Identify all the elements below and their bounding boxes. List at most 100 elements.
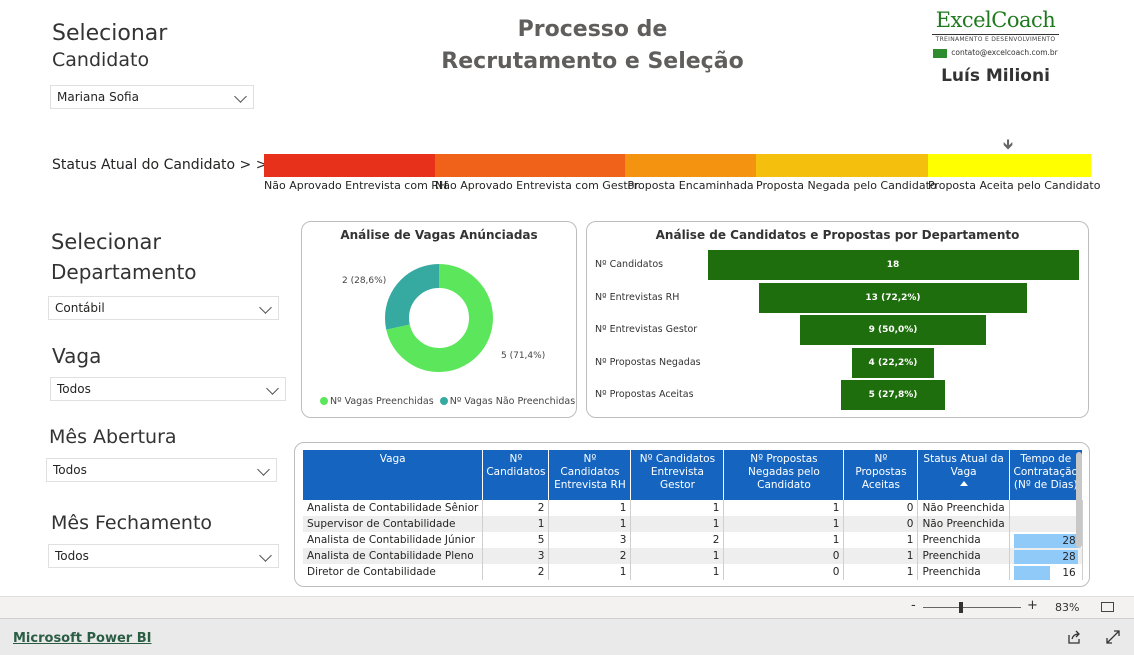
- mes-fechamento-dropdown-value: Todos: [55, 549, 89, 563]
- col-header-tempo[interactable]: Tempo de Contratação (Nº de Dias): [1009, 450, 1083, 500]
- page-title-line1: Processo de: [517, 17, 668, 42]
- departamento-dropdown-value: Contábil: [55, 301, 105, 315]
- col-header-entrev-gestor-text: Nº Candidatos Entrevista Gestor: [639, 453, 716, 491]
- funnel-bar[interactable]: 13 (72,2%): [759, 282, 1027, 313]
- col-header-aceitas[interactable]: Nº Propostas Aceitas: [843, 450, 919, 500]
- cell-entrev-rh: 1: [548, 564, 632, 580]
- slicer-vaga-title: Vaga: [52, 344, 102, 368]
- funnel-card: Análise de Candidatos e Propostas por De…: [586, 221, 1089, 418]
- powerbi-footer: Microsoft Power BI: [0, 618, 1134, 655]
- funnel-bar[interactable]: 5 (27,8%): [841, 380, 945, 410]
- table-header-row: Vaga Nº Candidatos Nº Candidatos Entrevi…: [303, 450, 1083, 500]
- funnel-category-label: Nº Propostas Negadas: [595, 356, 701, 368]
- funnel-bar[interactable]: 18: [707, 250, 1079, 280]
- chevron-down-icon: [259, 549, 272, 562]
- zoom-out-button[interactable]: -: [911, 598, 916, 613]
- table-row[interactable]: Analista de Contabilidade Pleno 3 2 1 0 1 Pree…: [303, 548, 1083, 564]
- funnel-category-label: Nº Propostas Aceitas: [595, 389, 694, 400]
- cell-vaga: Diretor de Contabilidade: [303, 564, 484, 580]
- donut-chart: [385, 264, 493, 372]
- logo-brand-coach: Coach: [991, 8, 1056, 32]
- mes-abertura-dropdown-value: Todos: [53, 463, 87, 477]
- col-header-negadas[interactable]: Nº Propostas Negadas pelo Candidato: [723, 450, 845, 500]
- col-header-negadas-text: Nº Propostas Negadas pelo Candidato: [748, 453, 820, 491]
- cell-candidatos: 2: [482, 500, 550, 516]
- col-header-candidatos[interactable]: Nº Candidatos: [482, 450, 550, 500]
- cell-status: Preenchida: [917, 532, 1010, 548]
- cell-negadas: 0: [723, 564, 845, 580]
- cell-candidatos: 3: [482, 548, 550, 564]
- status-stage-segment: [264, 154, 435, 177]
- status-stage-segment: [928, 154, 1091, 177]
- tempo-value: 28: [1062, 551, 1076, 563]
- zoom-slider-thumb[interactable]: [959, 602, 963, 613]
- candidato-dropdown-value: Mariana Sofia: [57, 90, 139, 104]
- cell-entrev-rh: 1: [548, 500, 632, 516]
- table-row[interactable]: Analista de Contabilidade Sênior 2 1 1 1 0 Não…: [303, 500, 1083, 516]
- funnel-category-label: Nº Entrevistas RH: [595, 291, 680, 303]
- col-header-status[interactable]: Status Atual da Vaga: [917, 450, 1010, 500]
- donut-label-preenchidas: 5 (71,4%): [501, 351, 546, 361]
- zoom-bar: - + 83%: [0, 596, 1134, 618]
- status-label: Status Atual do Candidato > >: [52, 157, 268, 173]
- status-stage-label: Proposta Aceita pelo Candidato: [928, 179, 1101, 192]
- donut-legend: Nº Vagas Preenchidas Nº Vagas Não Preenc…: [320, 396, 575, 407]
- vaga-dropdown[interactable]: Todos: [50, 377, 286, 401]
- departamento-dropdown[interactable]: Contábil: [48, 296, 279, 320]
- cell-candidatos: 5: [482, 532, 550, 548]
- funnel-category-label: Nº Entrevistas Gestor: [595, 324, 698, 335]
- legend-dot-nao-preenchidas: [439, 397, 448, 405]
- share-icon[interactable]: [1067, 630, 1081, 644]
- cell-vaga: Analista de Contabilidade Pleno: [303, 548, 484, 564]
- cell-status: Preenchida: [917, 548, 1010, 564]
- funnel-category-label: Nº Candidatos: [595, 259, 664, 270]
- fit-to-page-icon[interactable]: [1101, 602, 1114, 612]
- donut-card: Análise de Vagas Anúnciadas Nº Vagas Pre…: [301, 221, 577, 418]
- cell-entrev-gestor: 1: [630, 564, 725, 580]
- zoom-in-button[interactable]: +: [1027, 598, 1038, 613]
- table-row[interactable]: Analista de Contabilidade Júnior 5 3 2 1 1 Pre…: [303, 532, 1083, 548]
- status-stage-segment: [756, 154, 928, 177]
- cell-vaga: Supervisor de Contabilidade: [303, 516, 484, 532]
- candidato-dropdown[interactable]: Mariana Sofia: [50, 85, 254, 109]
- cell-tempo: [1009, 516, 1083, 532]
- col-header-entrev-rh-text: Nº Candidatos Entrevista RH: [554, 453, 626, 491]
- table-scrollbar[interactable]: [1076, 452, 1082, 548]
- tempo-value: 16: [1062, 567, 1076, 579]
- mes-abertura-dropdown[interactable]: Todos: [46, 458, 277, 482]
- chevron-down-icon: [266, 382, 279, 395]
- slicer-mes-fechamento-title: Mês Fechamento: [51, 512, 213, 534]
- status-stage-label: Não Aprovado Entrevista com Gestor: [435, 179, 639, 192]
- col-header-vaga[interactable]: Vaga: [303, 450, 484, 500]
- cell-aceitas: 1: [843, 532, 919, 548]
- col-header-entrev-gestor[interactable]: Nº Candidatos Entrevista Gestor: [630, 450, 725, 500]
- table-row[interactable]: Diretor de Contabilidade 2 1 1 0 1 Preenchida 1…: [303, 564, 1083, 580]
- cell-aceitas: 1: [843, 548, 919, 564]
- legend-label-nao-preenchidas: Nº Vagas Não Preenchidas: [449, 396, 576, 407]
- logo-author: Luís Milioni: [941, 65, 1050, 86]
- fullscreen-icon[interactable]: [1106, 630, 1120, 644]
- table-body: Analista de Contabilidade Sênior 2 1 1 1 0 Não…: [303, 500, 1083, 580]
- cell-negadas: 1: [723, 532, 845, 548]
- report-canvas: Selecionar Candidato Mariana Sofia Proce…: [0, 0, 1134, 596]
- status-stage-segment: [625, 154, 756, 177]
- slicer-candidato-title: Selecionar Candidato: [52, 20, 167, 72]
- col-header-entrev-rh[interactable]: Nº Candidatos Entrevista RH: [548, 450, 632, 500]
- slicer-candidato-title-line2: Candidato: [52, 49, 150, 71]
- cell-entrev-rh: 1: [548, 516, 632, 532]
- cell-aceitas: 0: [843, 500, 919, 516]
- cell-negadas: 1: [723, 500, 845, 516]
- cell-entrev-rh: 2: [548, 548, 632, 564]
- page-title: Processo de Recrutamento e Seleção: [420, 14, 765, 78]
- cell-entrev-gestor: 1: [630, 548, 725, 564]
- powerbi-link[interactable]: Microsoft Power BI: [13, 631, 151, 646]
- col-header-candidatos-text: Nº Candidatos: [486, 453, 546, 478]
- funnel-title: Análise de Candidatos e Propostas por De…: [655, 228, 1020, 242]
- table-row[interactable]: Supervisor de Contabilidade 1 1 1 1 0 Não Pree…: [303, 516, 1083, 532]
- logo-email-text: contato@excelcoach.com.br: [951, 48, 1058, 57]
- funnel-bar[interactable]: 4 (22,2%): [851, 347, 935, 378]
- mes-fechamento-dropdown[interactable]: Todos: [48, 544, 279, 568]
- funnel-bar[interactable]: 9 (50,0%): [800, 315, 986, 345]
- zoom-slider-track[interactable]: [923, 607, 1021, 608]
- cell-tempo: [1009, 500, 1083, 516]
